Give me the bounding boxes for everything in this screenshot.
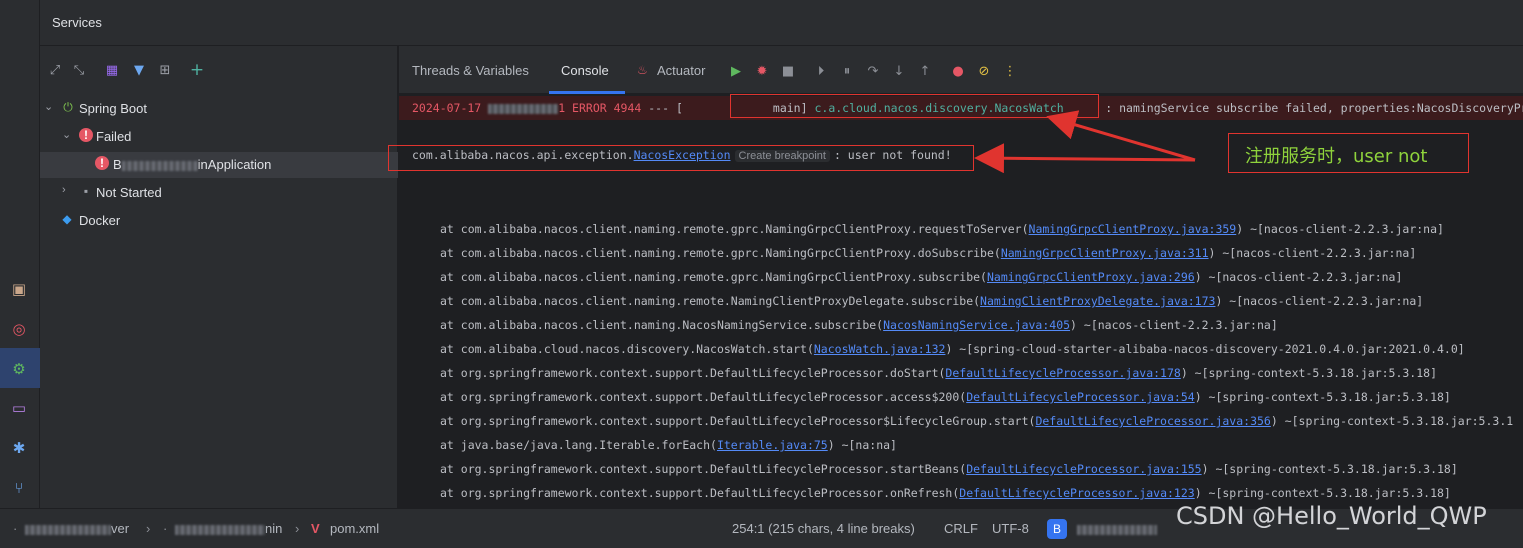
actuator-icon: ♨ — [637, 63, 648, 77]
stack-frame-line: at org.springframework.context.support.D… — [440, 486, 1451, 500]
source-link[interactable]: NamingGrpcClientProxy.java:311 — [1001, 246, 1209, 260]
collapse-all-icon[interactable]: ⤡ — [69, 60, 89, 80]
stack-frame-line: at com.alibaba.cloud.nacos.discovery.Nac… — [440, 342, 1465, 356]
source-link[interactable]: Iterable.java:75 — [717, 438, 828, 452]
step-over-icon[interactable]: ↷ — [864, 62, 882, 80]
mute-breakpoints-icon[interactable]: ⊘ — [975, 62, 993, 80]
breadcrumb-item-file[interactable]: pom.xml — [330, 521, 379, 536]
stop-state-icon: ▪ — [83, 184, 89, 198]
debug-icon[interactable]: ✹ — [753, 62, 771, 80]
stack-frame-line: at com.alibaba.nacos.client.naming.remot… — [440, 246, 1417, 260]
breadcrumb-dot-icon: · — [13, 521, 18, 536]
tree-item-label: Not Started — [96, 185, 162, 200]
source-link[interactable]: DefaultLifecycleProcessor.java:123 — [959, 486, 1194, 500]
database-icon[interactable]: ▣ — [9, 279, 29, 299]
source-link[interactable]: NamingGrpcClientProxy.java:296 — [987, 270, 1195, 284]
chevron-right-icon[interactable]: › — [62, 184, 66, 196]
profiler-icon[interactable]: ◎ — [9, 319, 29, 339]
power-icon: ⏻ — [63, 99, 73, 114]
source-link[interactable]: DefaultLifecycleProcessor.java:356 — [1035, 414, 1270, 428]
tab-console[interactable]: Console — [561, 63, 609, 78]
stack-frame-line: at org.springframework.context.support.D… — [440, 414, 1514, 428]
source-link[interactable]: NamingGrpcClientProxy.java:359 — [1029, 222, 1237, 236]
stack-frame-line: at org.springframework.context.support.D… — [440, 366, 1438, 380]
cursor-position[interactable]: 254:1 (215 chars, 4 line breaks) — [732, 521, 915, 536]
stack-frame-line: at com.alibaba.nacos.client.naming.remot… — [440, 294, 1424, 308]
new-tab-icon[interactable]: ⊞ — [155, 60, 175, 80]
services-header: Services — [40, 0, 1523, 46]
watermark: CSDN @Hello_World_QWP — [1176, 502, 1487, 530]
tree-item-docker[interactable]: ◆ Docker — [40, 208, 398, 234]
stack-frame-line: at org.springframework.context.support.D… — [440, 462, 1458, 476]
add-service-icon[interactable]: + — [187, 60, 207, 80]
services-gear-icon[interactable]: ⚙ — [9, 359, 29, 379]
services-tree-panel: ⤢ ⤡ ▦ ▼ ⊞ + ⌄ ⏻ Spring Boot ⌄ ! Failed !… — [40, 46, 398, 508]
source-link[interactable]: NacosWatch.java:132 — [814, 342, 946, 356]
git-branch-icon[interactable]: ⑂ — [9, 478, 29, 498]
breadcrumb-dot-icon: · — [163, 521, 168, 536]
expand-all-icon[interactable]: ⤢ — [45, 60, 65, 80]
docker-icon: ◆ — [62, 212, 72, 226]
maven-icon: V — [311, 521, 320, 536]
resume-icon[interactable]: ⏵ — [812, 62, 830, 80]
tab-bar: Threads & Variables Console ♨ Actuator ▶… — [399, 46, 1523, 94]
pause-icon[interactable]: ⏸ — [838, 62, 856, 80]
step-out-icon[interactable]: ↑ — [916, 62, 934, 80]
source-link[interactable]: NamingClientProxyDelegate.java:173 — [980, 294, 1215, 308]
step-into-icon[interactable]: ↓ — [890, 62, 908, 80]
source-link[interactable]: DefaultLifecycleProcessor.java:54 — [966, 390, 1194, 404]
error-icon: ! — [79, 128, 93, 142]
more-options-icon[interactable]: ⋮ — [1001, 62, 1019, 80]
tree-item-label: Docker — [79, 213, 121, 228]
breadcrumb-separator-icon: › — [146, 521, 151, 536]
error-icon: ! — [95, 156, 109, 170]
problems-icon[interactable]: ✱ — [9, 438, 29, 458]
tree-item-spring-boot[interactable]: ⌄ ⏻ Spring Boot — [40, 96, 398, 122]
chevron-down-icon[interactable]: ⌄ — [62, 128, 71, 141]
tree-item-application[interactable]: ! BinApplication — [40, 152, 398, 178]
tree-item-not-started[interactable]: › ▪ Not Started — [40, 180, 398, 206]
terminal-icon[interactable]: ▭ — [9, 398, 29, 418]
file-encoding[interactable]: UTF-8 — [992, 521, 1029, 536]
stack-frame-line: at java.base/java.lang.Iterable.forEach(… — [440, 438, 897, 452]
tree-item-failed[interactable]: ⌄ ! Failed — [40, 124, 398, 150]
annotation-box-exception — [388, 145, 974, 171]
chevron-down-icon[interactable]: ⌄ — [44, 100, 53, 113]
tree-item-label: Failed — [96, 129, 132, 144]
breadcrumb-separator-icon: › — [295, 521, 300, 536]
breadcrumb-item-project[interactable]: ver — [25, 521, 129, 536]
source-link[interactable]: DefaultLifecycleProcessor.java:178 — [945, 366, 1180, 380]
tab-actuator[interactable]: Actuator — [657, 63, 705, 78]
vcs-branch-label[interactable] — [1077, 521, 1157, 536]
stack-frame-line: at org.springframework.context.support.D… — [440, 390, 1451, 404]
annotation-box-logger — [730, 94, 1099, 118]
stop-icon[interactable]: ■ — [779, 62, 797, 80]
tree-item-label: Spring Boot — [79, 101, 147, 116]
tree-item-label: BinApplication — [113, 157, 272, 172]
branch-badge[interactable]: B — [1047, 519, 1067, 539]
stack-frame-line: at com.alibaba.nacos.client.naming.Nacos… — [440, 318, 1278, 332]
line-separator[interactable]: CRLF — [944, 521, 978, 536]
tab-threads-variables[interactable]: Threads & Variables — [412, 63, 529, 78]
view-breakpoints-icon[interactable]: ● — [949, 62, 967, 80]
annotation-note: 注册服务时，user not — [1228, 133, 1469, 173]
filter-icon[interactable]: ▼ — [129, 60, 149, 80]
services-title: Services — [52, 15, 102, 30]
stack-frame-line: at com.alibaba.nacos.client.naming.remot… — [440, 270, 1403, 284]
group-by-icon[interactable]: ▦ — [102, 60, 122, 80]
source-link[interactable]: NacosNamingService.java:405 — [883, 318, 1070, 332]
source-link[interactable]: DefaultLifecycleProcessor.java:155 — [966, 462, 1201, 476]
rerun-icon[interactable]: ▶ — [727, 62, 745, 80]
breadcrumb-item-module[interactable]: nin — [175, 521, 282, 536]
stack-frame-line: at com.alibaba.nacos.client.naming.remot… — [440, 222, 1444, 236]
tool-window-strip: ▣ ◎ ⚙ ▭ ✱ ⑂ — [0, 0, 40, 548]
